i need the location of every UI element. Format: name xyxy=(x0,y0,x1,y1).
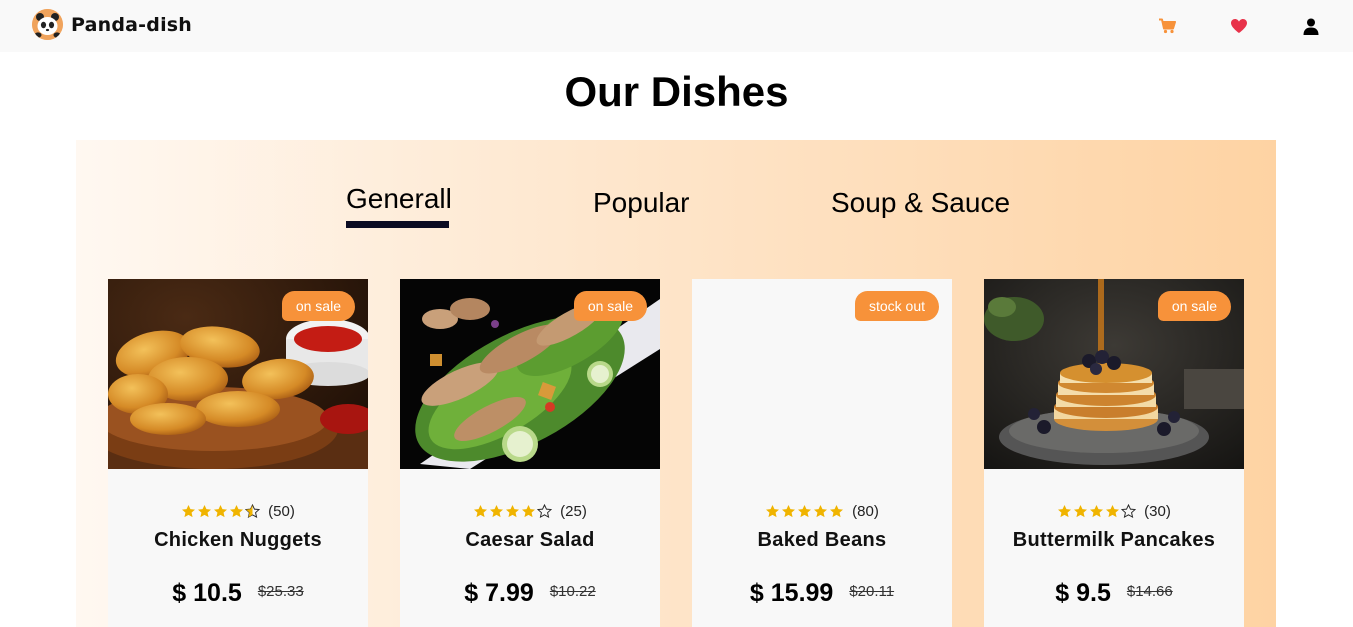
star-full-icon xyxy=(814,504,828,518)
dish-name: Baked Beans xyxy=(757,529,887,551)
star-rating xyxy=(473,504,553,519)
old-price: $20.11 xyxy=(849,583,895,600)
panda-logo-icon xyxy=(32,9,63,40)
dish-card-baked-beans[interactable]: stock out (80) Baked Beans $ 15.99 $20.1… xyxy=(692,279,952,627)
star-full-icon xyxy=(1106,504,1120,518)
navbar: Panda-dish xyxy=(0,0,1353,52)
price: $ 10.5 xyxy=(172,579,242,607)
star-full-icon xyxy=(1090,504,1104,518)
dish-name: Chicken Nuggets xyxy=(154,529,322,551)
star-full-icon xyxy=(474,504,488,518)
star-empty-icon xyxy=(1121,504,1137,519)
star-full-icon xyxy=(506,504,520,518)
user-icon[interactable] xyxy=(1301,16,1321,36)
price: $ 15.99 xyxy=(749,579,834,607)
star-empty-icon xyxy=(537,504,553,519)
review-count: (30) xyxy=(1144,503,1171,520)
review-count: (25) xyxy=(560,503,587,520)
brand-name: Panda-dish xyxy=(71,13,193,36)
old-price: $10.22 xyxy=(549,583,596,600)
star-rating xyxy=(765,504,844,519)
star-full-icon xyxy=(1074,504,1088,518)
brand-link[interactable]: Panda-dish xyxy=(32,9,192,40)
old-price: $14.66 xyxy=(1126,583,1173,600)
star-full-icon xyxy=(522,504,536,518)
heart-icon[interactable] xyxy=(1229,16,1249,36)
review-count: (50) xyxy=(268,503,295,520)
old-price: $25.33 xyxy=(257,583,304,600)
page-title: Our Dishes xyxy=(564,68,789,115)
star-rating xyxy=(181,504,261,519)
tab-popular[interactable]: Popular xyxy=(593,187,690,219)
on-sale-badge[interactable]: on sale xyxy=(1157,291,1231,321)
on-sale-badge[interactable]: on sale xyxy=(573,291,647,321)
star-full-icon xyxy=(1058,504,1072,518)
star-full-icon xyxy=(798,504,812,518)
price: $ 7.99 xyxy=(464,579,534,607)
dish-name: Caesar Salad xyxy=(465,529,595,551)
star-full-icon xyxy=(766,504,780,518)
tab-soup-and-sauce[interactable]: Soup & Sauce xyxy=(831,187,1010,219)
cart-icon[interactable] xyxy=(1157,16,1177,36)
price-row: $ 7.99 $10.22 xyxy=(400,579,660,608)
star-full-icon xyxy=(214,504,228,518)
dish-name: Buttermilk Pancakes xyxy=(1012,529,1216,551)
tab-generall[interactable]: Generall xyxy=(346,183,452,215)
rating: (25) xyxy=(400,503,660,520)
dish-card-chicken-nuggets[interactable]: on sale (50) Chicken Nuggets $ 10.5 $25.… xyxy=(108,279,368,627)
star-full-icon xyxy=(198,504,212,518)
star-full-icon xyxy=(490,504,504,518)
star-full-icon xyxy=(230,504,244,518)
star-full-icon xyxy=(782,504,796,518)
star-full-icon xyxy=(830,504,844,518)
star-half-icon xyxy=(245,504,261,519)
price-row: $ 10.5 $25.33 xyxy=(108,579,368,608)
rating: (80) xyxy=(692,503,952,520)
stock-out-badge[interactable]: stock out xyxy=(854,291,939,321)
rating: (50) xyxy=(108,503,368,520)
star-full-icon xyxy=(182,504,196,518)
price: $ 9.5 xyxy=(1055,579,1111,607)
review-count: (80) xyxy=(852,503,879,520)
active-tab-underline xyxy=(346,221,449,228)
star-rating xyxy=(1057,504,1137,519)
rating: (30) xyxy=(984,503,1244,520)
dish-card-caesar-salad[interactable]: on sale (25) Caesar Salad $ 7.99 $10.22 xyxy=(400,279,660,627)
dish-card-buttermilk-pancakes[interactable]: on sale (30) Buttermilk Pancakes $ 9.5 $… xyxy=(984,279,1244,627)
price-row: $ 9.5 $14.66 xyxy=(984,579,1244,608)
price-row: $ 15.99 $20.11 xyxy=(692,579,952,608)
on-sale-badge[interactable]: on sale xyxy=(281,291,355,321)
